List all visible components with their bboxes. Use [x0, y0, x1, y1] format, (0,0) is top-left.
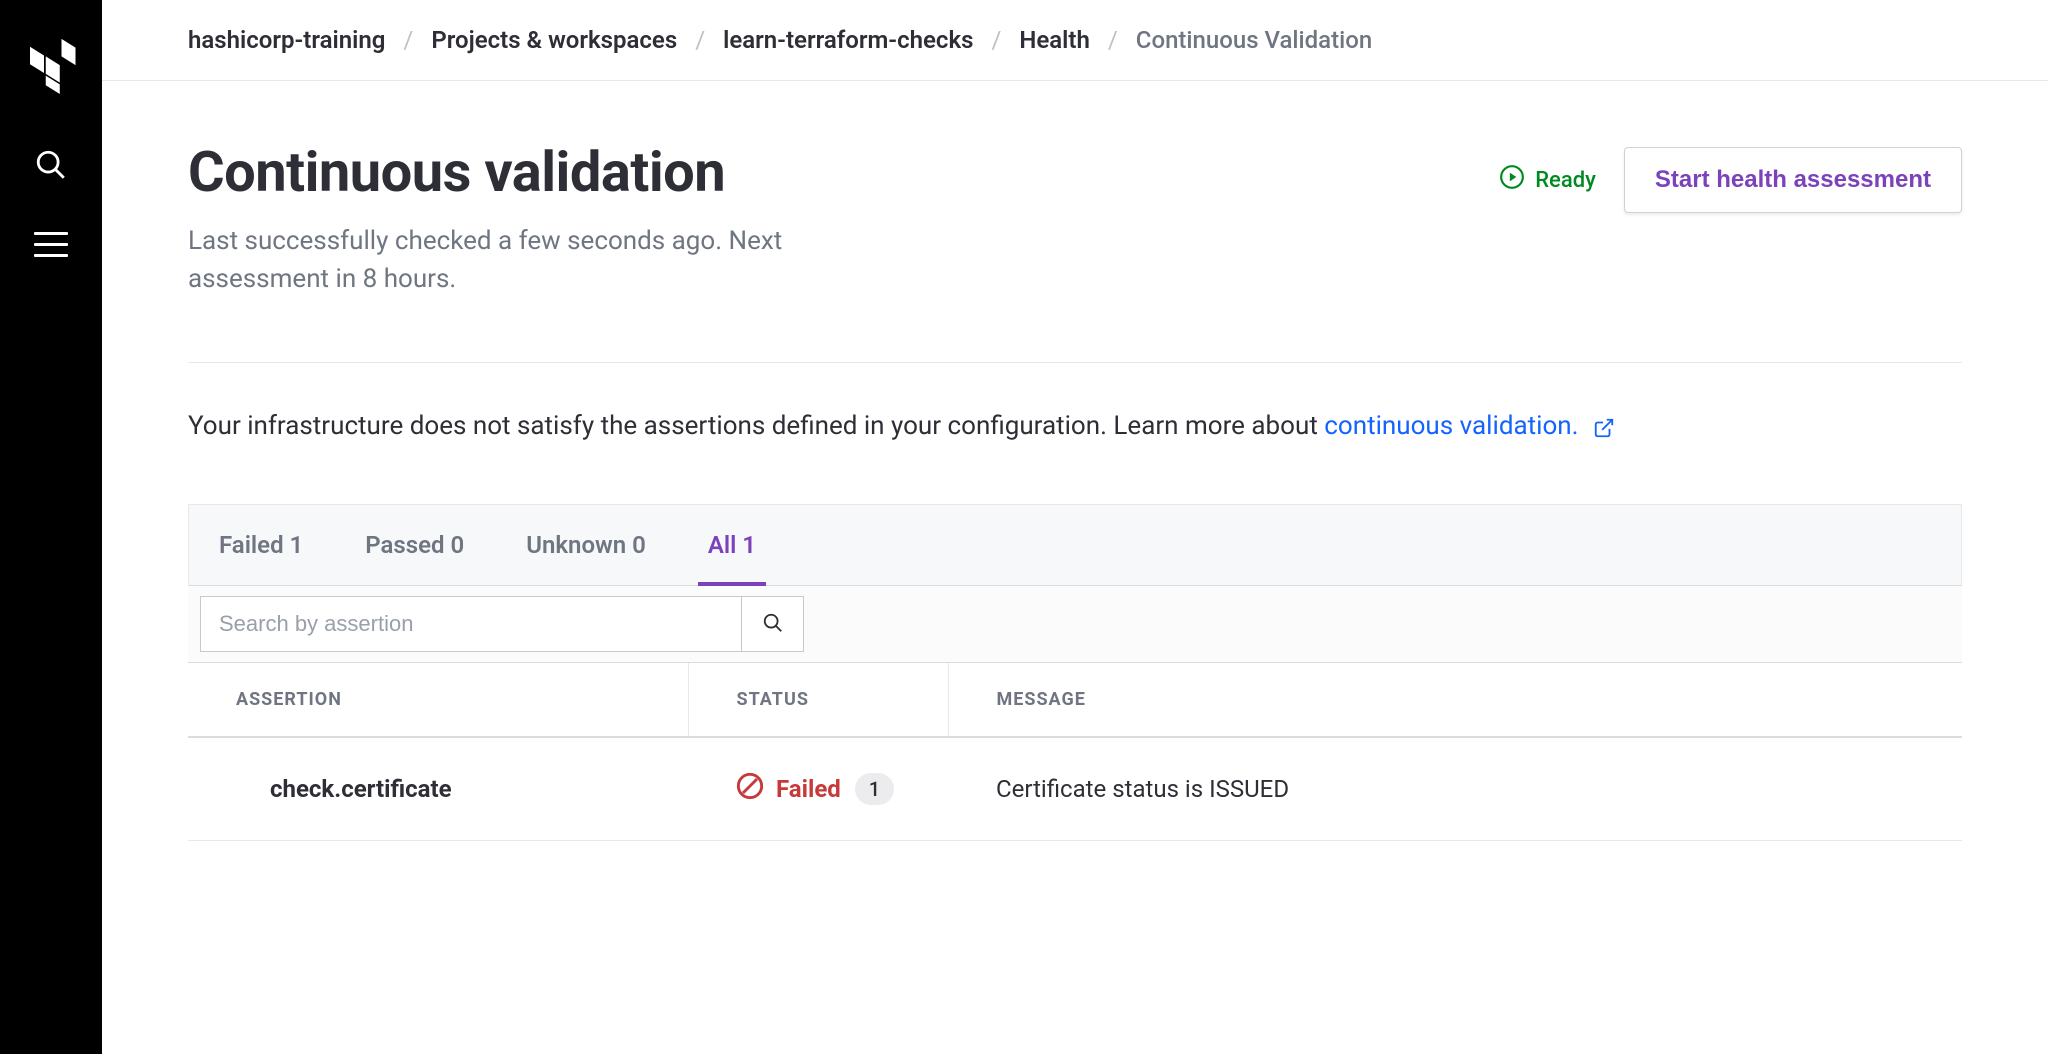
cancel-circle-icon	[736, 772, 764, 806]
menu-icon[interactable]	[34, 232, 68, 257]
search-button[interactable]	[741, 597, 803, 651]
main-content: hashicorp-training / Projects & workspac…	[102, 0, 2048, 1054]
table-row[interactable]: check.certificate Failed 1	[188, 737, 1962, 841]
sidebar	[0, 0, 102, 1054]
terraform-logo-icon[interactable]	[23, 38, 79, 98]
filter-tabs: Failed 1 Passed 0 Unknown 0 All 1	[188, 504, 1962, 586]
tab-passed[interactable]: Passed 0	[355, 505, 474, 585]
search-input[interactable]	[201, 597, 741, 651]
info-message: Your infrastructure does not satisfy the…	[188, 407, 1962, 446]
search-icon[interactable]	[34, 148, 68, 182]
count-badge: 1	[855, 773, 894, 805]
breadcrumb-projects[interactable]: Projects & workspaces	[431, 26, 677, 54]
search-icon	[762, 612, 784, 637]
breadcrumb-current: Continuous Validation	[1136, 26, 1372, 54]
breadcrumb-org[interactable]: hashicorp-training	[188, 26, 385, 54]
tab-all[interactable]: All 1	[698, 505, 766, 585]
play-circle-icon	[1499, 164, 1525, 196]
page-subtitle: Last successfully checked a few seconds …	[188, 223, 828, 298]
breadcrumb-health[interactable]: Health	[1019, 26, 1090, 54]
tab-unknown[interactable]: Unknown 0	[516, 505, 656, 585]
external-link-icon	[1593, 417, 1615, 439]
search-group	[200, 596, 804, 652]
status-cell: Failed 1	[688, 737, 948, 841]
col-assertion: ASSERTION	[188, 663, 688, 737]
tab-failed[interactable]: Failed 1	[209, 505, 313, 585]
col-status: STATUS	[688, 663, 948, 737]
col-message: MESSAGE	[948, 663, 1962, 737]
assertion-name: check.certificate	[188, 737, 688, 841]
status-badge: Ready	[1499, 164, 1596, 196]
page-title: Continuous validation	[188, 139, 828, 205]
assertions-table: ASSERTION STATUS MESSAGE check.certifica…	[188, 663, 1962, 841]
breadcrumb-workspace[interactable]: learn-terraform-checks	[723, 26, 973, 54]
breadcrumb: hashicorp-training / Projects & workspac…	[102, 0, 2048, 81]
message-cell: Certificate status is ISSUED	[948, 737, 1962, 841]
start-assessment-button[interactable]: Start health assessment	[1624, 147, 1962, 213]
continuous-validation-link[interactable]: continuous validation.	[1324, 411, 1578, 441]
